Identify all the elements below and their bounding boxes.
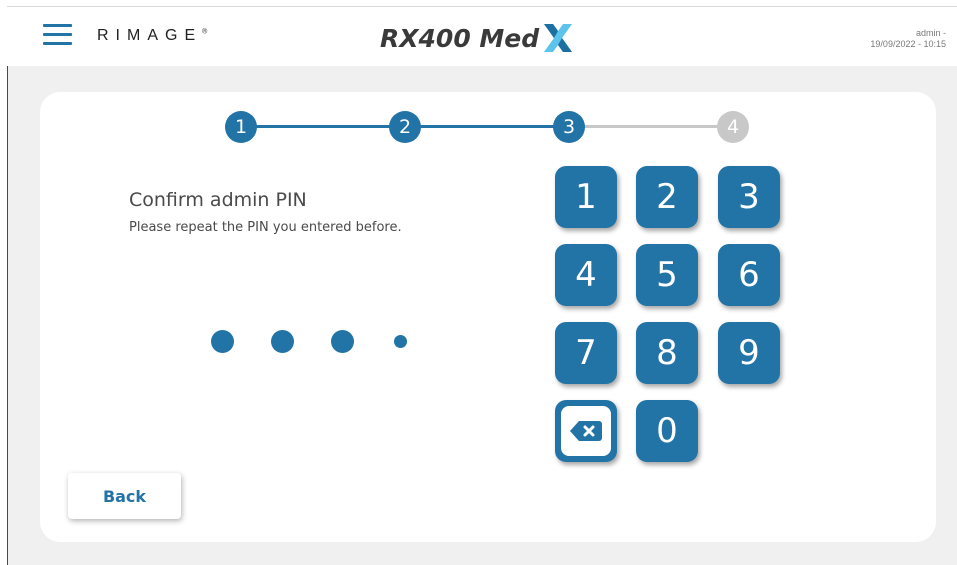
backspace-button-face [561, 406, 611, 456]
step-1: 1 [225, 111, 257, 143]
back-button[interactable]: Back [68, 473, 181, 519]
keypad-key-6[interactable]: 6 [718, 244, 780, 306]
date-time: 19/09/2022 - 10:15 [870, 39, 946, 49]
user-info: admin - 19/09/2022 - 10:15 [870, 28, 946, 50]
stepper-connector-2 [420, 125, 554, 128]
keypad-key-0[interactable]: 0 [636, 400, 698, 462]
keypad-key-9[interactable]: 9 [718, 322, 780, 384]
keypad-key-7[interactable]: 7 [555, 322, 617, 384]
page-title: Confirm admin PIN [129, 189, 307, 211]
keypad-key-2[interactable]: 2 [636, 166, 698, 228]
app-header: RIMAGE® RX400 Med admin - 19/09/2022 - 1… [0, 0, 957, 66]
product-title: RX400 Med [380, 21, 575, 55]
header-border [7, 6, 957, 7]
pin-dot-empty [394, 335, 407, 348]
keypad-key-3[interactable]: 3 [718, 166, 780, 228]
rimage-logo: RIMAGE® [97, 27, 207, 45]
stepper-connector-3 [584, 125, 718, 128]
hamburger-menu-icon[interactable] [43, 24, 72, 45]
backspace-button[interactable] [555, 400, 617, 462]
page-subtitle: Please repeat the PIN you entered before… [129, 220, 402, 235]
keypad-key-5[interactable]: 5 [636, 244, 698, 306]
backspace-icon [570, 421, 602, 441]
step-2: 2 [389, 111, 421, 143]
keypad-key-4[interactable]: 4 [555, 244, 617, 306]
product-title-text: RX400 Med [380, 23, 540, 53]
keypad-key-1[interactable]: 1 [555, 166, 617, 228]
step-3: 3 [553, 111, 585, 143]
x-logo-icon [544, 24, 573, 52]
keypad-key-8[interactable]: 8 [636, 322, 698, 384]
pin-dot-filled [211, 330, 234, 353]
brand-name: RIMAGE [97, 27, 203, 44]
user-name: admin - [915, 28, 946, 38]
pin-dot-filled [331, 330, 354, 353]
pin-dot-filled [271, 330, 294, 353]
registered-mark: ® [202, 28, 208, 36]
step-4: 4 [717, 111, 749, 143]
stepper-connector-1 [256, 125, 390, 128]
